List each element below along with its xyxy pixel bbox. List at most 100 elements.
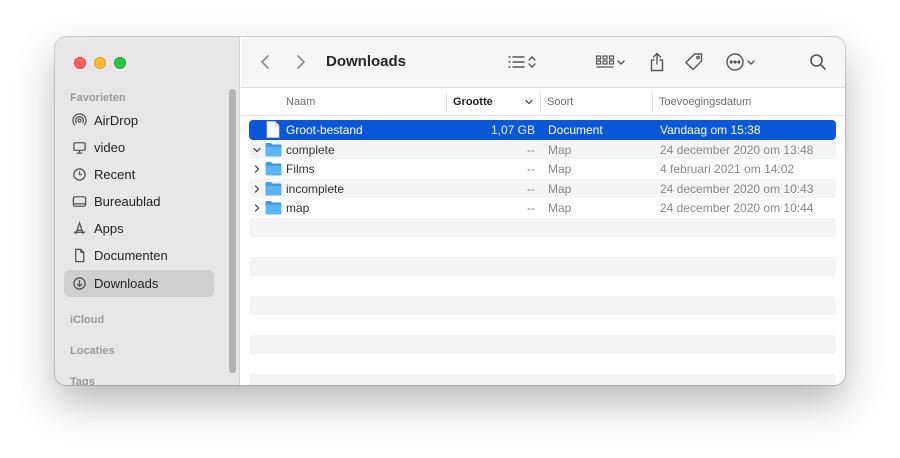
ellipsis-circle-icon xyxy=(726,53,744,71)
file-name: complete xyxy=(286,142,335,157)
empty-row xyxy=(249,237,836,257)
disclosure-collapsed-icon[interactable] xyxy=(252,202,262,214)
empty-row xyxy=(249,217,836,237)
empty-row xyxy=(249,354,836,374)
group-button[interactable] xyxy=(595,51,627,73)
apps-icon xyxy=(72,221,87,236)
share-icon xyxy=(650,52,664,72)
file-date: 4 februari 2021 om 14:02 xyxy=(660,162,795,176)
close-button[interactable] xyxy=(74,57,86,69)
sort-chevron-icon xyxy=(524,97,534,110)
document-file-icon xyxy=(266,121,280,138)
section-tags[interactable]: Tags xyxy=(70,376,95,385)
tags-button[interactable] xyxy=(684,51,704,73)
file-row-complete[interactable]: complete -- Map 24 december 2020 om 13:4… xyxy=(249,139,836,159)
toolbar: Downloads xyxy=(241,37,845,88)
section-icloud[interactable]: iCloud xyxy=(70,314,104,326)
column-size[interactable]: Grootte xyxy=(453,96,493,108)
forward-button[interactable] xyxy=(293,51,307,73)
file-row-groot-bestand[interactable]: Groot-bestand 1,07 GB Document Vandaag o… xyxy=(249,120,836,140)
disclosure-collapsed-icon[interactable] xyxy=(252,163,262,175)
sidebar: Favorieten AirDrop video Recent Bureaubl… xyxy=(55,37,240,385)
file-name: Groot-bestand xyxy=(286,123,363,137)
sidebar-item-downloads[interactable]: Downloads xyxy=(64,270,214,297)
sidebar-item-label: video xyxy=(94,140,126,155)
file-kind: Map xyxy=(548,142,572,157)
folder-icon xyxy=(265,142,282,156)
more-actions-button[interactable] xyxy=(725,51,757,73)
sidebar-item-label: Apps xyxy=(94,221,124,236)
grid-icon xyxy=(595,55,615,68)
chevron-down-icon xyxy=(747,60,755,65)
file-size: -- xyxy=(527,201,535,215)
airdrop-icon xyxy=(72,113,87,128)
column-separator[interactable] xyxy=(446,93,447,112)
window-controls xyxy=(74,57,126,69)
column-date-added[interactable]: Toevoegingsdatum xyxy=(659,96,751,108)
file-name: Films xyxy=(286,162,315,176)
sidebar-item-label: Documenten xyxy=(94,248,168,263)
sidebar-item-apps[interactable]: Apps xyxy=(64,215,214,242)
file-size: -- xyxy=(527,162,535,176)
empty-row xyxy=(249,276,836,296)
empty-row xyxy=(249,334,836,354)
document-icon xyxy=(72,248,87,263)
file-date: 24 december 2020 om 13:48 xyxy=(660,142,814,157)
display-icon xyxy=(72,140,87,155)
finder-window: Favorieten AirDrop video Recent Bureaubl… xyxy=(55,37,845,385)
sidebar-item-recent[interactable]: Recent xyxy=(64,161,214,188)
file-date: Vandaag om 15:38 xyxy=(660,123,761,137)
file-row-films[interactable]: Films -- Map 4 februari 2021 om 14:02 xyxy=(249,159,836,179)
file-name: map xyxy=(286,201,310,215)
column-header: Naam Grootte Soort Toevoegingsdatum xyxy=(241,89,845,116)
chevron-left-icon xyxy=(261,55,269,69)
folder-icon xyxy=(265,181,282,195)
empty-row xyxy=(249,256,836,276)
section-locaties[interactable]: Locaties xyxy=(70,345,115,357)
file-kind: Map xyxy=(548,201,572,215)
minimize-button[interactable] xyxy=(94,57,106,69)
desktop-icon xyxy=(72,194,87,209)
file-name: incomplete xyxy=(286,181,345,196)
sidebar-item-bureaublad[interactable]: Bureaublad xyxy=(64,188,214,215)
back-button[interactable] xyxy=(259,51,273,73)
search-icon xyxy=(810,54,826,70)
column-name[interactable]: Naam xyxy=(286,96,315,108)
section-favorieten[interactable]: Favorieten xyxy=(70,92,126,104)
folder-icon xyxy=(265,162,282,176)
column-kind[interactable]: Soort xyxy=(547,96,573,108)
file-row-map[interactable]: map -- Map 24 december 2020 om 10:44 xyxy=(249,198,836,218)
list-view-icon xyxy=(508,56,525,68)
disclosure-expanded-icon[interactable] xyxy=(252,144,262,156)
file-list: Groot-bestand 1,07 GB Document Vandaag o… xyxy=(249,120,836,385)
disclosure-collapsed-icon[interactable] xyxy=(252,183,262,195)
chevron-right-icon xyxy=(297,55,305,69)
file-size: -- xyxy=(527,181,535,196)
sidebar-item-airdrop[interactable]: AirDrop xyxy=(64,107,214,134)
empty-row xyxy=(249,315,836,335)
tag-icon xyxy=(685,53,703,71)
search-button[interactable] xyxy=(809,51,827,73)
file-date: 24 december 2020 om 10:44 xyxy=(660,201,814,215)
file-kind: Map xyxy=(548,162,572,176)
sidebar-item-documenten[interactable]: Documenten xyxy=(64,242,214,269)
file-kind: Map xyxy=(548,181,572,196)
sidebar-scrollbar[interactable] xyxy=(229,89,236,373)
sidebar-item-label: Bureaublad xyxy=(94,194,161,209)
view-options-button[interactable] xyxy=(507,51,537,73)
window-title: Downloads xyxy=(326,53,407,70)
zoom-button[interactable] xyxy=(114,57,126,69)
download-icon xyxy=(72,276,87,291)
empty-row xyxy=(249,295,836,315)
file-row-incomplete[interactable]: incomplete -- Map 24 december 2020 om 10… xyxy=(249,178,836,198)
file-date: 24 december 2020 om 10:43 xyxy=(660,181,814,196)
sidebar-item-video[interactable]: video xyxy=(64,134,214,161)
file-kind: Document xyxy=(548,123,603,137)
column-separator[interactable] xyxy=(540,93,541,112)
sidebar-item-label: Downloads xyxy=(94,276,159,291)
share-button[interactable] xyxy=(649,51,665,73)
column-separator[interactable] xyxy=(652,93,653,112)
chevron-down-icon xyxy=(617,60,625,65)
sidebar-item-label: AirDrop xyxy=(94,113,139,128)
up-down-chevron-icon xyxy=(528,56,536,68)
